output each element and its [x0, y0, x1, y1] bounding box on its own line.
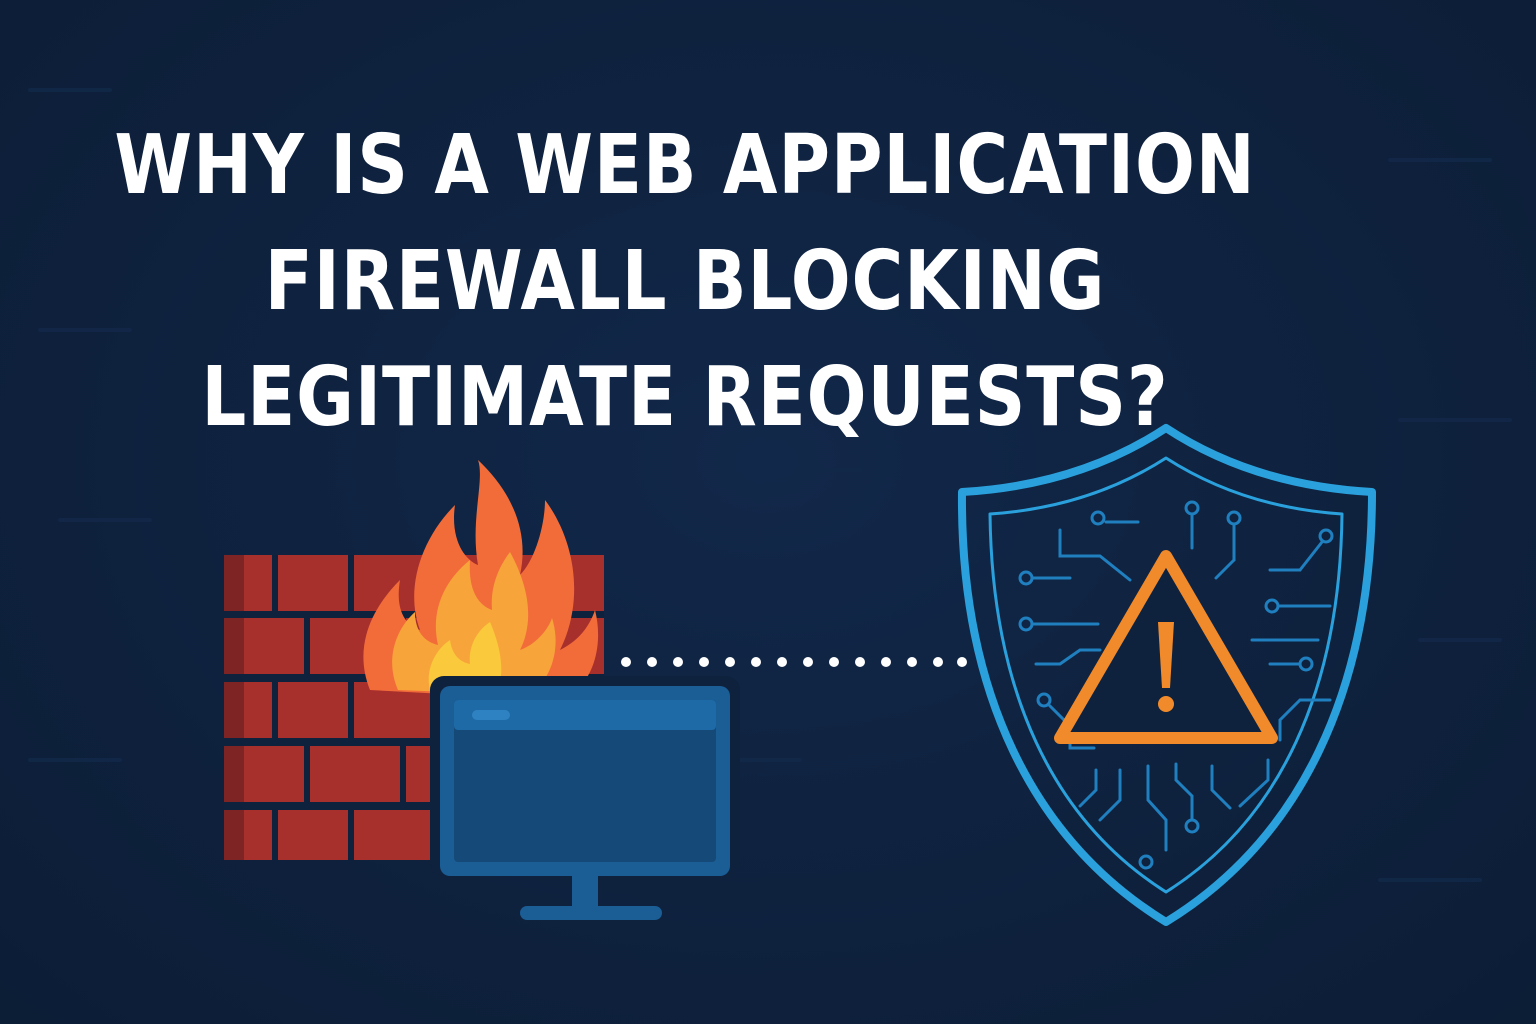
- warning-triangle-icon: [1054, 550, 1278, 744]
- computer-monitor-icon: [430, 676, 740, 920]
- artwork: [28, 88, 1512, 926]
- connection-dots: [621, 657, 967, 667]
- illustration: WHY IS A WEB APPLICATION FIREWALL BLOCKI…: [0, 0, 1536, 1024]
